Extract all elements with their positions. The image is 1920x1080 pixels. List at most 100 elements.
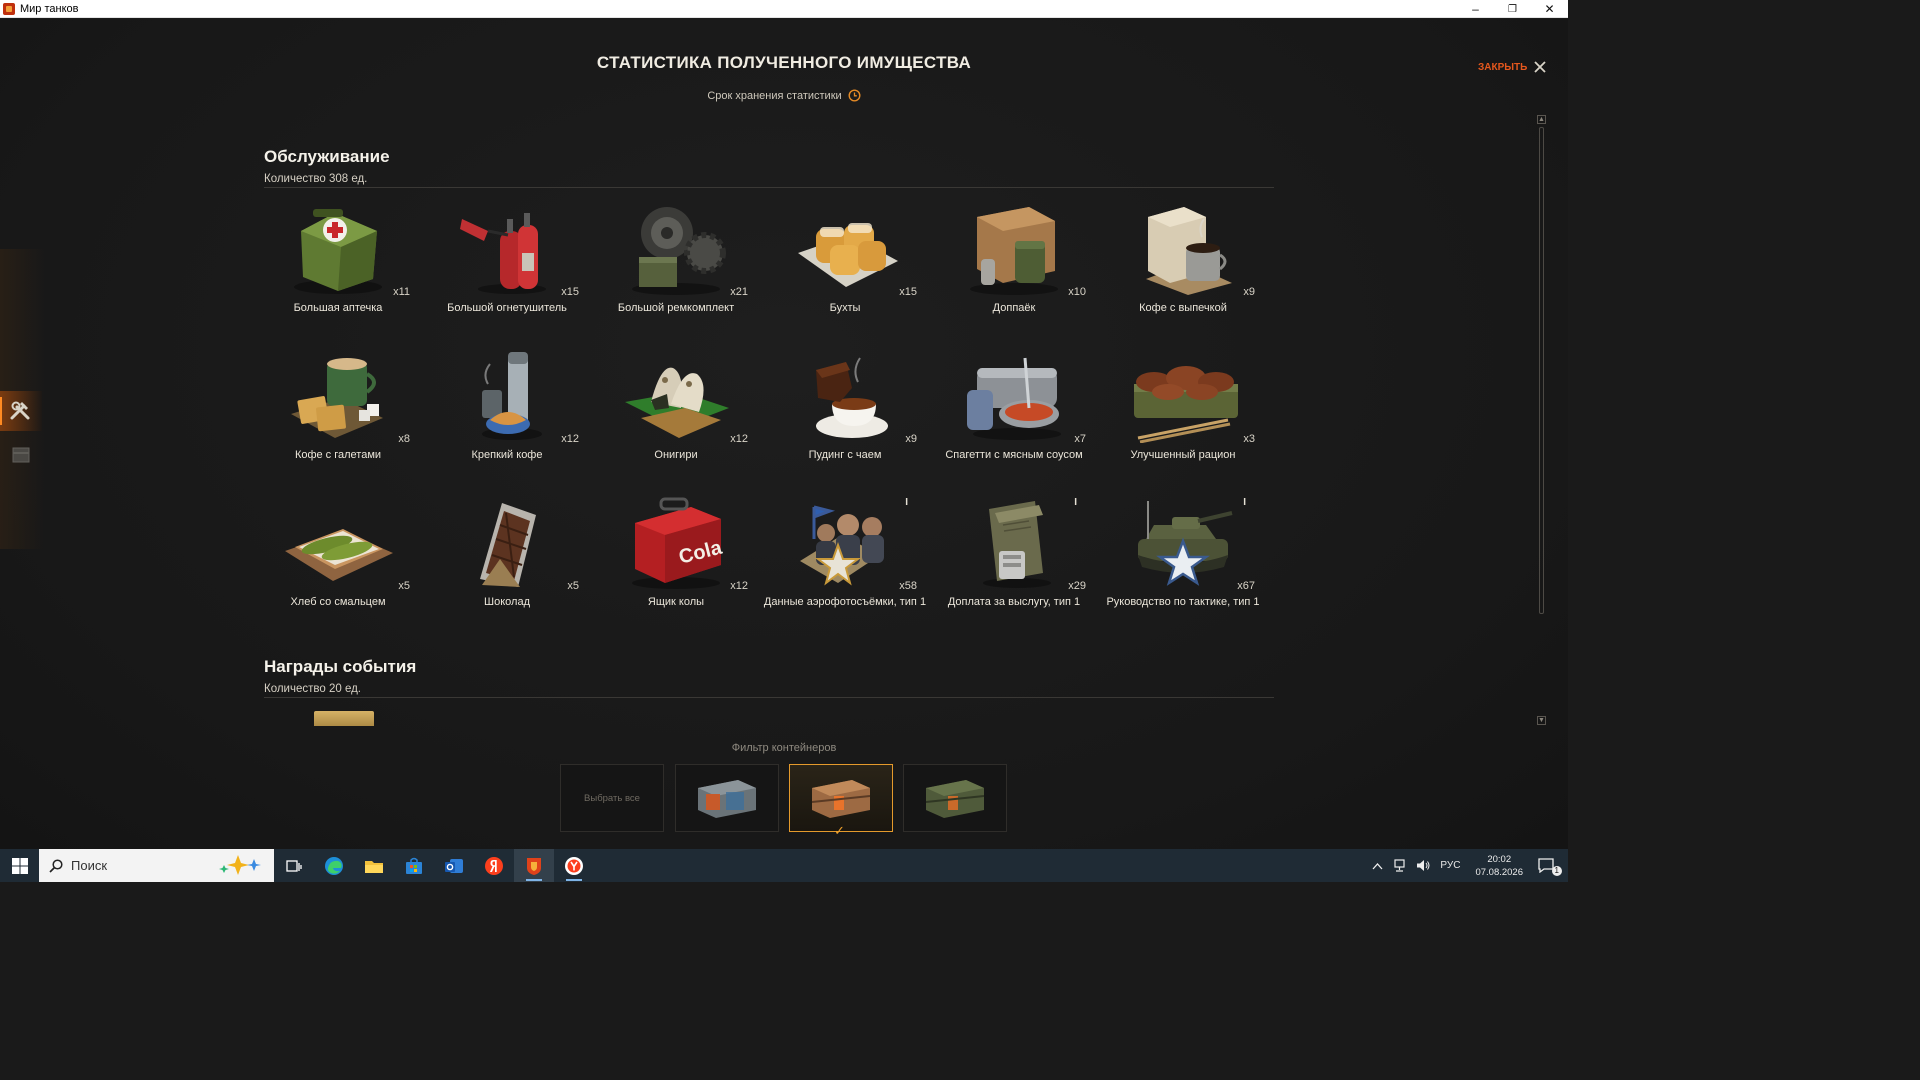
close-label: ЗАКРЫТЬ — [1478, 61, 1528, 73]
select-all-button[interactable]: Выбрать все — [560, 764, 664, 832]
chocolate-icon — [447, 493, 567, 591]
item-card[interactable]: x15 Большой огнетушитель — [433, 199, 581, 324]
item-name: Большой огнетушитель — [447, 302, 567, 314]
scroll-down-arrow[interactable]: ▼ — [1537, 716, 1546, 725]
item-name: Онигири — [654, 449, 698, 461]
window-titlebar: Мир танков – ❐ ✕ — [0, 0, 1568, 18]
coffee-pastry-icon — [1123, 199, 1243, 297]
close-icon — [1534, 61, 1546, 73]
item-card[interactable]: x8 Кофе с галетами — [264, 346, 412, 471]
item-name: Спагетти с мясным соусом — [945, 449, 1083, 461]
item-quantity: x12 — [730, 580, 748, 592]
item-name: Пудинг с чаем — [808, 449, 882, 461]
item-card[interactable]: x11 Большая аптечка — [264, 199, 412, 324]
minimize-button[interactable]: – — [1457, 0, 1494, 18]
item-card[interactable]: x15 Бухты — [771, 199, 919, 324]
item-quantity: x15 — [561, 286, 579, 298]
item-card[interactable]: I x67 Руководство по тактике, тип 1 — [1106, 493, 1259, 618]
window-title: Мир танков — [20, 2, 79, 15]
taskbar-yandex[interactable] — [474, 849, 514, 882]
first-aid-kit-icon — [278, 199, 398, 297]
clock-date: 07.08.2026 — [1475, 866, 1523, 878]
page-title: СТАТИСТИКА ПОЛУЧЕННОГО ИМУЩЕСТВА — [596, 53, 972, 72]
item-quantity: x5 — [567, 580, 579, 592]
item-card[interactable]: I x29 Доплата за выслугу, тип 1 — [940, 493, 1088, 618]
item-card[interactable]: x9 Пудинг с чаем — [771, 346, 919, 471]
scroll-up-arrow[interactable]: ▲ — [1537, 115, 1546, 124]
taskbar-search[interactable]: Поиск — [39, 849, 274, 882]
start-button[interactable] — [0, 849, 39, 882]
item-name: Улучшенный рацион — [1130, 449, 1236, 461]
window-controls: – ❐ ✕ — [1457, 0, 1568, 18]
extra-ration-icon — [954, 199, 1074, 297]
app-logo-icon — [3, 2, 15, 15]
item-card[interactable]: x12 Крепкий кофе — [433, 346, 581, 471]
tray-network[interactable] — [1388, 859, 1411, 872]
taskbar-edge[interactable] — [314, 849, 354, 882]
scroll-thumb[interactable] — [1539, 127, 1544, 614]
container-filter-orange[interactable]: ✓ — [789, 764, 893, 838]
item-name: Крепкий кофе — [471, 449, 543, 461]
spaghetti-icon — [954, 346, 1074, 444]
item-name: Ящик колы — [647, 596, 705, 608]
container-blue-icon — [698, 780, 756, 818]
side-tab-maintenance[interactable] — [0, 391, 42, 431]
restore-button[interactable]: ❐ — [1494, 0, 1531, 18]
item-name: Бухты — [829, 302, 861, 314]
system-tray: РУС 20:02 07.08.2026 1 — [1367, 849, 1568, 882]
taskbar-outlook[interactable] — [434, 849, 474, 882]
event-reward-item-preview — [314, 711, 374, 726]
container-filter-blue[interactable] — [675, 764, 779, 832]
tray-volume[interactable] — [1411, 859, 1435, 872]
item-card[interactable]: x7 Спагетти с мясным соусом — [940, 346, 1088, 471]
item-card[interactable]: I x58 Данные аэрофотосъёмки, тип 1 — [764, 493, 926, 618]
item-name: Большой ремкомплект — [617, 302, 735, 314]
notification-count: 1 — [1551, 866, 1562, 876]
item-quantity: x29 — [1068, 580, 1086, 592]
item-name: Доплата за выслугу, тип 1 — [947, 596, 1081, 608]
taskbar-store[interactable] — [394, 849, 434, 882]
crate-icon — [12, 447, 30, 463]
item-name: Кофе с галетами — [294, 449, 382, 461]
item-quantity: x9 — [905, 433, 917, 445]
game-window: СТАТИСТИКА ПОЛУЧЕННОГО ИМУЩЕСТВА Срок хр… — [0, 19, 1568, 849]
item-card[interactable]: x21 Большой ремкомплект — [602, 199, 750, 324]
item-quantity: x12 — [561, 433, 579, 445]
item-name: Кофе с выпечкой — [1139, 302, 1227, 314]
item-card[interactable]: Cola x12 Ящик колы — [602, 493, 750, 618]
statistics-storage-period[interactable]: Срок хранения статистики — [0, 89, 1568, 102]
tray-overflow-button[interactable] — [1367, 862, 1388, 870]
clock-time: 20:02 — [1487, 853, 1512, 865]
item-card[interactable]: x12 Онигири — [602, 346, 750, 471]
taskbar-yandex-browser[interactable] — [554, 849, 594, 882]
close-button[interactable]: ЗАКРЫТЬ — [1478, 61, 1546, 73]
onigiri-icon — [616, 346, 736, 444]
info-badge[interactable]: I — [905, 497, 908, 508]
container-filter-green[interactable] — [903, 764, 1007, 832]
wrench-hammer-icon — [10, 401, 30, 420]
task-view-button[interactable] — [274, 849, 314, 882]
item-name: Большая аптечка — [293, 302, 383, 314]
item-quantity: x9 — [1243, 286, 1255, 298]
item-card[interactable]: x5 Шоколад — [433, 493, 581, 618]
item-card[interactable]: x10 Доппаёк — [940, 199, 1088, 324]
tray-clock[interactable]: 20:02 07.08.2026 — [1465, 853, 1533, 879]
item-name: Доппаёк — [992, 302, 1036, 314]
item-quantity: x67 — [1237, 580, 1255, 592]
item-quantity: x12 — [730, 433, 748, 445]
side-tab-rewards[interactable] — [0, 435, 42, 475]
section-divider — [264, 187, 1274, 188]
notification-center-button[interactable]: 1 — [1533, 858, 1568, 876]
tray-language[interactable]: РУС — [1435, 860, 1465, 871]
taskbar-game-client[interactable] — [514, 849, 554, 882]
item-card[interactable]: x9 Кофе с выпечкой — [1109, 199, 1257, 324]
item-card[interactable]: x3 Улучшенный рацион — [1109, 346, 1257, 471]
statistics-content[interactable]: Обслуживание Количество 308 ед. x11 Боль… — [264, 139, 1274, 726]
info-badge[interactable]: I — [1074, 497, 1077, 508]
info-badge[interactable]: I — [1243, 497, 1246, 508]
aerial-data-icon — [785, 493, 905, 591]
window-close-button[interactable]: ✕ — [1531, 0, 1568, 18]
item-card[interactable]: x5 Хлеб со смальцем — [264, 493, 412, 618]
taskbar-explorer[interactable] — [354, 849, 394, 882]
scrollbar[interactable]: ▲ ▼ — [1537, 115, 1546, 725]
